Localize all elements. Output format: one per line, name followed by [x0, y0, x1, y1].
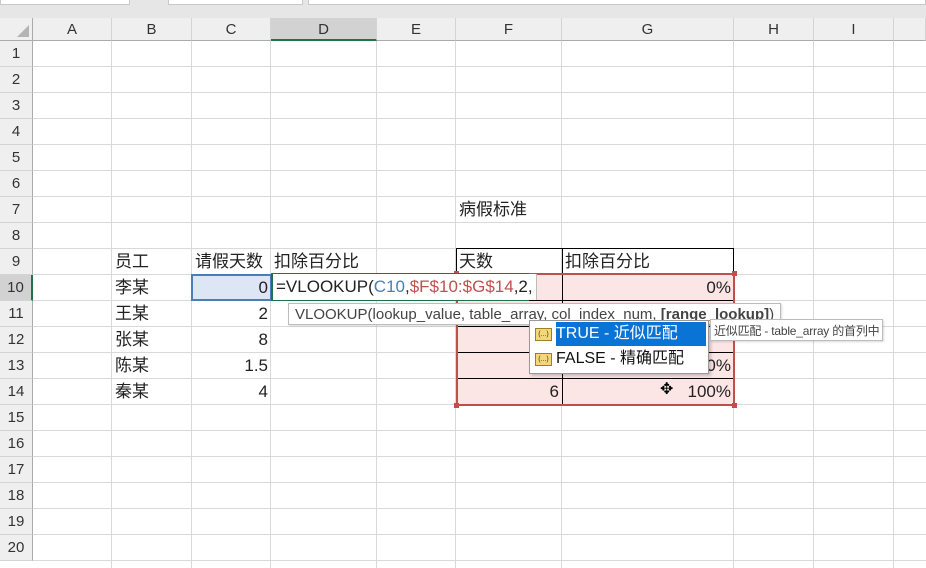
row-header-7[interactable]: 7	[0, 197, 33, 223]
row-header-17[interactable]: 17	[0, 457, 33, 483]
cell-C14[interactable]: 4	[192, 379, 271, 405]
name-box[interactable]	[0, 0, 130, 5]
cell-B9[interactable]: 员工	[112, 249, 192, 275]
column-header-D[interactable]: D	[271, 18, 377, 41]
formula-edit[interactable]: =VLOOKUP(C10,$F$10:$G$14,2,	[273, 274, 537, 300]
row-header-20[interactable]: 20	[0, 535, 33, 561]
column-header-E[interactable]: E	[377, 18, 456, 41]
row-header-19[interactable]: 19	[0, 509, 33, 535]
column-header-G[interactable]: G	[562, 18, 734, 41]
row-header-11[interactable]: 11	[0, 301, 33, 327]
item-label: TRUE - 近似匹配	[556, 322, 706, 346]
cell-G10[interactable]: 0%	[562, 275, 734, 301]
cell-F7[interactable]: 病假标准	[456, 197, 562, 223]
autocomplete-list: (...) TRUE - 近似匹配 (...) FALSE - 精确匹配	[529, 320, 709, 374]
row-header-9[interactable]: 9	[0, 249, 33, 275]
column-header-B[interactable]: B	[112, 18, 192, 41]
value-icon: (...)	[535, 353, 552, 366]
row-header-15[interactable]: 15	[0, 405, 33, 431]
autocomplete-item-false[interactable]: (...) FALSE - 精确匹配	[532, 347, 706, 371]
cell-C10[interactable]: 0	[192, 275, 271, 301]
column-header-H[interactable]: H	[734, 18, 814, 41]
row-header-3[interactable]: 3	[0, 93, 33, 119]
cell-B11[interactable]: 王某	[112, 301, 192, 327]
column-header-C[interactable]: C	[192, 18, 271, 41]
cell-G14[interactable]: 100%	[562, 379, 734, 405]
autocomplete-item-true[interactable]: (...) TRUE - 近似匹配	[532, 322, 706, 346]
column-header-J[interactable]	[894, 18, 926, 41]
cell-B14[interactable]: 秦某	[112, 379, 192, 405]
row-header-12[interactable]: 12	[0, 327, 33, 353]
cell-D9[interactable]: 扣除百分比	[271, 249, 377, 275]
cell-F9[interactable]: 天数	[456, 249, 562, 275]
gridline	[813, 41, 814, 568]
cell-C13[interactable]: 1.5	[192, 353, 271, 379]
gridline	[893, 41, 894, 568]
formula-function: =VLOOKUP(	[276, 277, 374, 296]
cell-B10[interactable]: 李某	[112, 275, 192, 301]
cell-C12[interactable]: 8	[192, 327, 271, 353]
column-header-I[interactable]: I	[814, 18, 894, 41]
formula-input[interactable]	[308, 0, 926, 5]
formula-rest: ,2,	[513, 277, 533, 296]
row-header-2[interactable]: 2	[0, 67, 33, 93]
row-header-18[interactable]: 18	[0, 483, 33, 509]
cell-B12[interactable]: 张某	[112, 327, 192, 353]
row-header-4[interactable]: 4	[0, 119, 33, 145]
cell-C9[interactable]: 请假天数	[192, 249, 271, 275]
row-header-6[interactable]: 6	[0, 171, 33, 197]
column-header-F[interactable]: F	[456, 18, 562, 41]
formula-ref2: $F$10:$G$14	[409, 277, 514, 296]
cursor-cross-icon: ✥	[660, 381, 674, 398]
formula-bar-area	[0, 0, 926, 18]
row-header-14[interactable]: 14	[0, 379, 33, 405]
cell-G9[interactable]: 扣除百分比	[562, 249, 734, 275]
item-label: FALSE - 精确匹配	[556, 350, 685, 367]
cell-C11[interactable]: 2	[192, 301, 271, 327]
row-header-10[interactable]: 10	[0, 275, 33, 301]
select-all-button[interactable]	[0, 18, 33, 41]
column-header-A[interactable]: A	[33, 18, 112, 41]
row-header-16[interactable]: 16	[0, 431, 33, 457]
value-icon: (...)	[535, 328, 552, 341]
formula-ref1: C10	[373, 277, 405, 296]
cell-B13[interactable]: 陈某	[112, 353, 192, 379]
row-header-1[interactable]: 1	[0, 41, 33, 67]
cell-F14[interactable]: 6	[456, 379, 562, 405]
row-header-8[interactable]: 8	[0, 223, 33, 249]
row-header-13[interactable]: 13	[0, 353, 33, 379]
toolbar-box[interactable]	[168, 0, 303, 5]
description-tooltip: 近似匹配 - table_array 的首列中	[710, 319, 884, 341]
row-header-5[interactable]: 5	[0, 145, 33, 171]
